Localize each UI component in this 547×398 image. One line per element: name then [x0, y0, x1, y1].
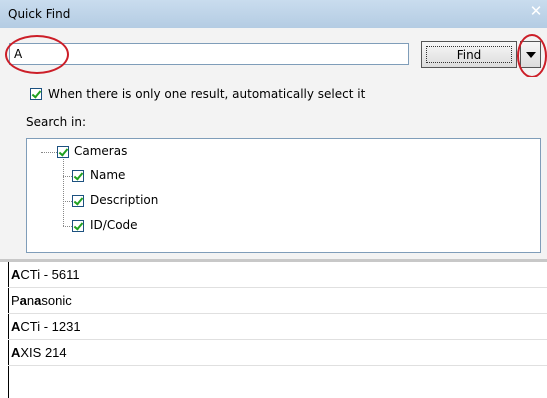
find-options-dropdown-button[interactable]	[520, 41, 541, 68]
result-text: P	[11, 293, 20, 308]
window-title: Quick Find	[8, 7, 71, 21]
result-row[interactable]: Panasonic	[8, 288, 547, 314]
id-code-checkbox[interactable]	[72, 220, 84, 232]
match-highlight: A	[11, 267, 21, 282]
result-row[interactable]: AXIS 214	[8, 340, 547, 366]
result-text: sonic	[41, 293, 72, 308]
result-row[interactable]: ACTi - 1231	[8, 314, 547, 340]
tree-connector	[63, 176, 72, 177]
close-icon[interactable]: ✕	[527, 2, 545, 20]
description-checkbox[interactable]	[72, 195, 84, 207]
quick-find-window: Quick Find ✕ Find When there is only one…	[0, 0, 547, 398]
title-bar: Quick Find ✕	[0, 0, 547, 29]
result-text: XIS 214	[20, 345, 67, 360]
chevron-down-icon	[526, 52, 536, 58]
tree-connector	[63, 226, 72, 227]
tree-item-id-code[interactable]: ID/Code	[90, 218, 138, 232]
tree-item-description[interactable]: Description	[90, 193, 158, 207]
find-button-label: Find	[456, 47, 482, 62]
search-in-tree: Cameras Name Description ID/Code	[26, 138, 541, 253]
name-checkbox[interactable]	[72, 170, 84, 182]
cameras-checkbox[interactable]	[57, 146, 69, 158]
search-in-label: Search in:	[26, 115, 87, 129]
tree-connector	[63, 201, 72, 202]
result-row[interactable]: ACTi - 5611	[8, 262, 547, 288]
auto-select-label: When there is only one result, automatic…	[48, 87, 366, 101]
tree-connector	[63, 159, 64, 226]
match-highlight: a	[19, 293, 27, 308]
tree-connector	[41, 152, 57, 153]
match-highlight: A	[11, 319, 21, 334]
auto-select-checkbox[interactable]	[30, 88, 42, 100]
match-highlight: A	[11, 345, 21, 360]
find-button[interactable]: Find	[421, 41, 517, 68]
tree-item-name[interactable]: Name	[90, 168, 125, 182]
tree-item-cameras[interactable]: Cameras	[74, 144, 127, 158]
result-text: CTi - 1231	[20, 319, 81, 334]
search-input[interactable]	[9, 43, 409, 65]
result-text: CTi - 5611	[20, 267, 80, 282]
